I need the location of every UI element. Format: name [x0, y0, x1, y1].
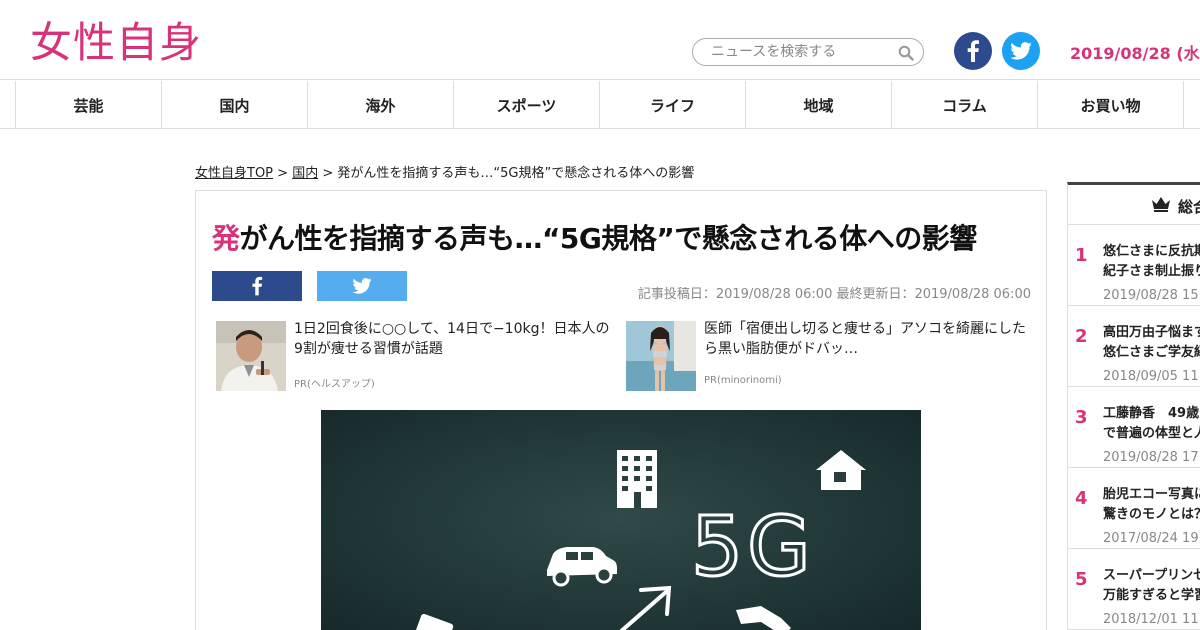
- nav-divider: [0, 81, 16, 129]
- rank-title-line: 驚きのモノとは？: [1103, 507, 1200, 522]
- rank-title[interactable]: 悠仁さまに反抗期 紀子さま制止振り: [1103, 242, 1200, 282]
- rank-date: 2018/12/01 11:00: [1103, 612, 1200, 627]
- rank-number: 3: [1075, 407, 1088, 428]
- rank-title[interactable]: 工藤静香 49歳ので普遍の体型と人: [1103, 404, 1200, 444]
- rank-title-line: 工藤静香 49歳の: [1103, 406, 1200, 421]
- rank-title-line: で普遍の体型と人: [1103, 426, 1200, 441]
- rank-date: 2018/09/05 11:00: [1103, 369, 1200, 384]
- rank-title-line: 悠仁さまご学友紹: [1103, 345, 1200, 360]
- twitter-share-button[interactable]: [317, 271, 407, 301]
- article-meta: 記事投稿日：2019/08/28 06:00 最終更新日：2019/08/28 …: [637, 287, 1031, 302]
- search-icon[interactable]: [898, 45, 914, 61]
- rank-date: 2017/08/24 19:00: [1103, 531, 1200, 546]
- hero-image: 5G: [321, 410, 921, 630]
- rank-title-line: 胎児エコー写真に: [1103, 487, 1200, 502]
- pr-thumbnail[interactable]: [216, 321, 286, 391]
- ranking-header: 総合: [1068, 185, 1200, 225]
- rank-title-line: 万能すぎると学習: [1103, 588, 1200, 603]
- twitter-icon: [1010, 42, 1032, 60]
- rank-number: 2: [1075, 326, 1088, 347]
- facebook-icon: [967, 40, 979, 62]
- site-logo[interactable]: 女性自身: [30, 18, 202, 68]
- search-box: [692, 38, 924, 66]
- breadcrumb-separator: >: [273, 166, 293, 181]
- nav-item-shopping[interactable]: お買い物: [1038, 81, 1184, 129]
- breadcrumb-current: 発がん性を指摘する声も…“5G規格”で懸念される体への影響: [337, 166, 695, 181]
- ranking-heading: 総合: [1178, 198, 1200, 216]
- breadcrumb-separator: >: [318, 166, 338, 181]
- rank-title-line: スーパープリンセ: [1103, 568, 1200, 583]
- twitter-icon: [352, 278, 372, 294]
- search-input[interactable]: [711, 39, 901, 65]
- rank-title[interactable]: スーパープリンセ 万能すぎると学習: [1103, 566, 1200, 606]
- nav-item-overseas[interactable]: 海外: [308, 81, 454, 129]
- article-box: 発がん性を指摘する声も…“5G規格”で懸念される体への影響 記事投稿日：2019…: [195, 190, 1047, 630]
- ranking-item[interactable]: 2 高田万由子悩ます悠仁さまご学友紹 2018/09/05 11:00: [1068, 306, 1200, 387]
- rank-title-line: 紀子さま制止振り: [1103, 264, 1200, 279]
- nav-item-column[interactable]: コラム: [892, 81, 1038, 129]
- rank-title-line: 高田万由子悩ます: [1103, 325, 1200, 340]
- rank-date: 2019/08/28 15:50: [1103, 288, 1200, 303]
- ranking-item[interactable]: 5 スーパープリンセ万能すぎると学習 2018/12/01 11:00: [1068, 549, 1200, 630]
- breadcrumb: 女性自身TOP > 国内 > 発がん性を指摘する声も…“5G規格”で懸念される体…: [195, 162, 694, 181]
- pr-title[interactable]: 1日2回食後に○○して、14日で−10kg！日本人の9割が痩せる習慣が話題: [294, 319, 616, 359]
- facebook-icon: [252, 276, 263, 296]
- breadcrumb-home-link[interactable]: 女性自身TOP: [195, 166, 273, 181]
- article-headline: 発がん性を指摘する声も…“5G規格”で懸念される体への影響: [212, 217, 977, 257]
- rank-date: 2019/08/28 17:40: [1103, 450, 1200, 465]
- crown-icon: [1152, 197, 1170, 212]
- nav-item-entertainment[interactable]: 芸能: [16, 81, 162, 129]
- current-date: 2019/08/28 (水): [1070, 44, 1200, 63]
- pr-item[interactable]: 1日2回食後に○○して、14日で−10kg！日本人の9割が痩せる習慣が話題 PR…: [216, 319, 616, 393]
- ranking-sidebar: 総合 1 悠仁さまに反抗期紀子さま制止振り 2019/08/28 15:50 2…: [1067, 182, 1200, 630]
- pr-source: PR(ヘルスアップ): [294, 379, 375, 390]
- rank-number: 5: [1075, 569, 1088, 590]
- pr-title[interactable]: 医師「宿便出し切ると痩せる」アソコを綺麗にしたら黒い脂肪便がドバッ…: [704, 319, 1026, 359]
- rank-title[interactable]: 胎児エコー写真に 驚きのモノとは？: [1103, 485, 1200, 525]
- nav-item-life[interactable]: ライフ: [600, 81, 746, 129]
- ranking-item[interactable]: 3 工藤静香 49歳ので普遍の体型と人 2019/08/28 17:40: [1068, 387, 1200, 468]
- rank-title[interactable]: 高田万由子悩ます 悠仁さまご学友紹: [1103, 323, 1200, 363]
- rank-number: 4: [1075, 488, 1088, 509]
- hero-5g-text: 5G: [691, 500, 815, 595]
- nav-item-region[interactable]: 地域: [746, 81, 892, 129]
- facebook-button[interactable]: [954, 32, 992, 70]
- building-icon: [617, 450, 657, 508]
- ranking-item[interactable]: 1 悠仁さまに反抗期紀子さま制止振り 2019/08/28 15:50: [1068, 225, 1200, 306]
- twitter-button[interactable]: [1002, 32, 1040, 70]
- site-header: 女性自身 2019/08/28 (水): [0, 0, 1200, 80]
- pr-source: PR(minorinomi): [704, 375, 782, 386]
- nav-item-domestic[interactable]: 国内: [162, 81, 308, 129]
- breadcrumb-section-link[interactable]: 国内: [292, 166, 318, 181]
- main-nav: 芸能 国内 海外 スポーツ ライフ 地域 コラム お買い物: [0, 81, 1200, 129]
- rank-number: 1: [1075, 245, 1088, 266]
- facebook-share-button[interactable]: [212, 271, 302, 301]
- pr-item[interactable]: 医師「宿便出し切ると痩せる」アソコを綺麗にしたら黒い脂肪便がドバッ… PR(mi…: [626, 319, 1026, 393]
- ranking-item[interactable]: 4 胎児エコー写真に驚きのモノとは？ 2017/08/24 19:00: [1068, 468, 1200, 549]
- pr-thumbnail[interactable]: [626, 321, 696, 391]
- headline-accent: 発: [212, 222, 240, 255]
- rank-title-line: 悠仁さまに反抗期: [1103, 244, 1200, 259]
- nav-item-sports[interactable]: スポーツ: [454, 81, 600, 129]
- headline-text: がん性を指摘する声も…“5G規格”で懸念される体への影響: [239, 222, 978, 255]
